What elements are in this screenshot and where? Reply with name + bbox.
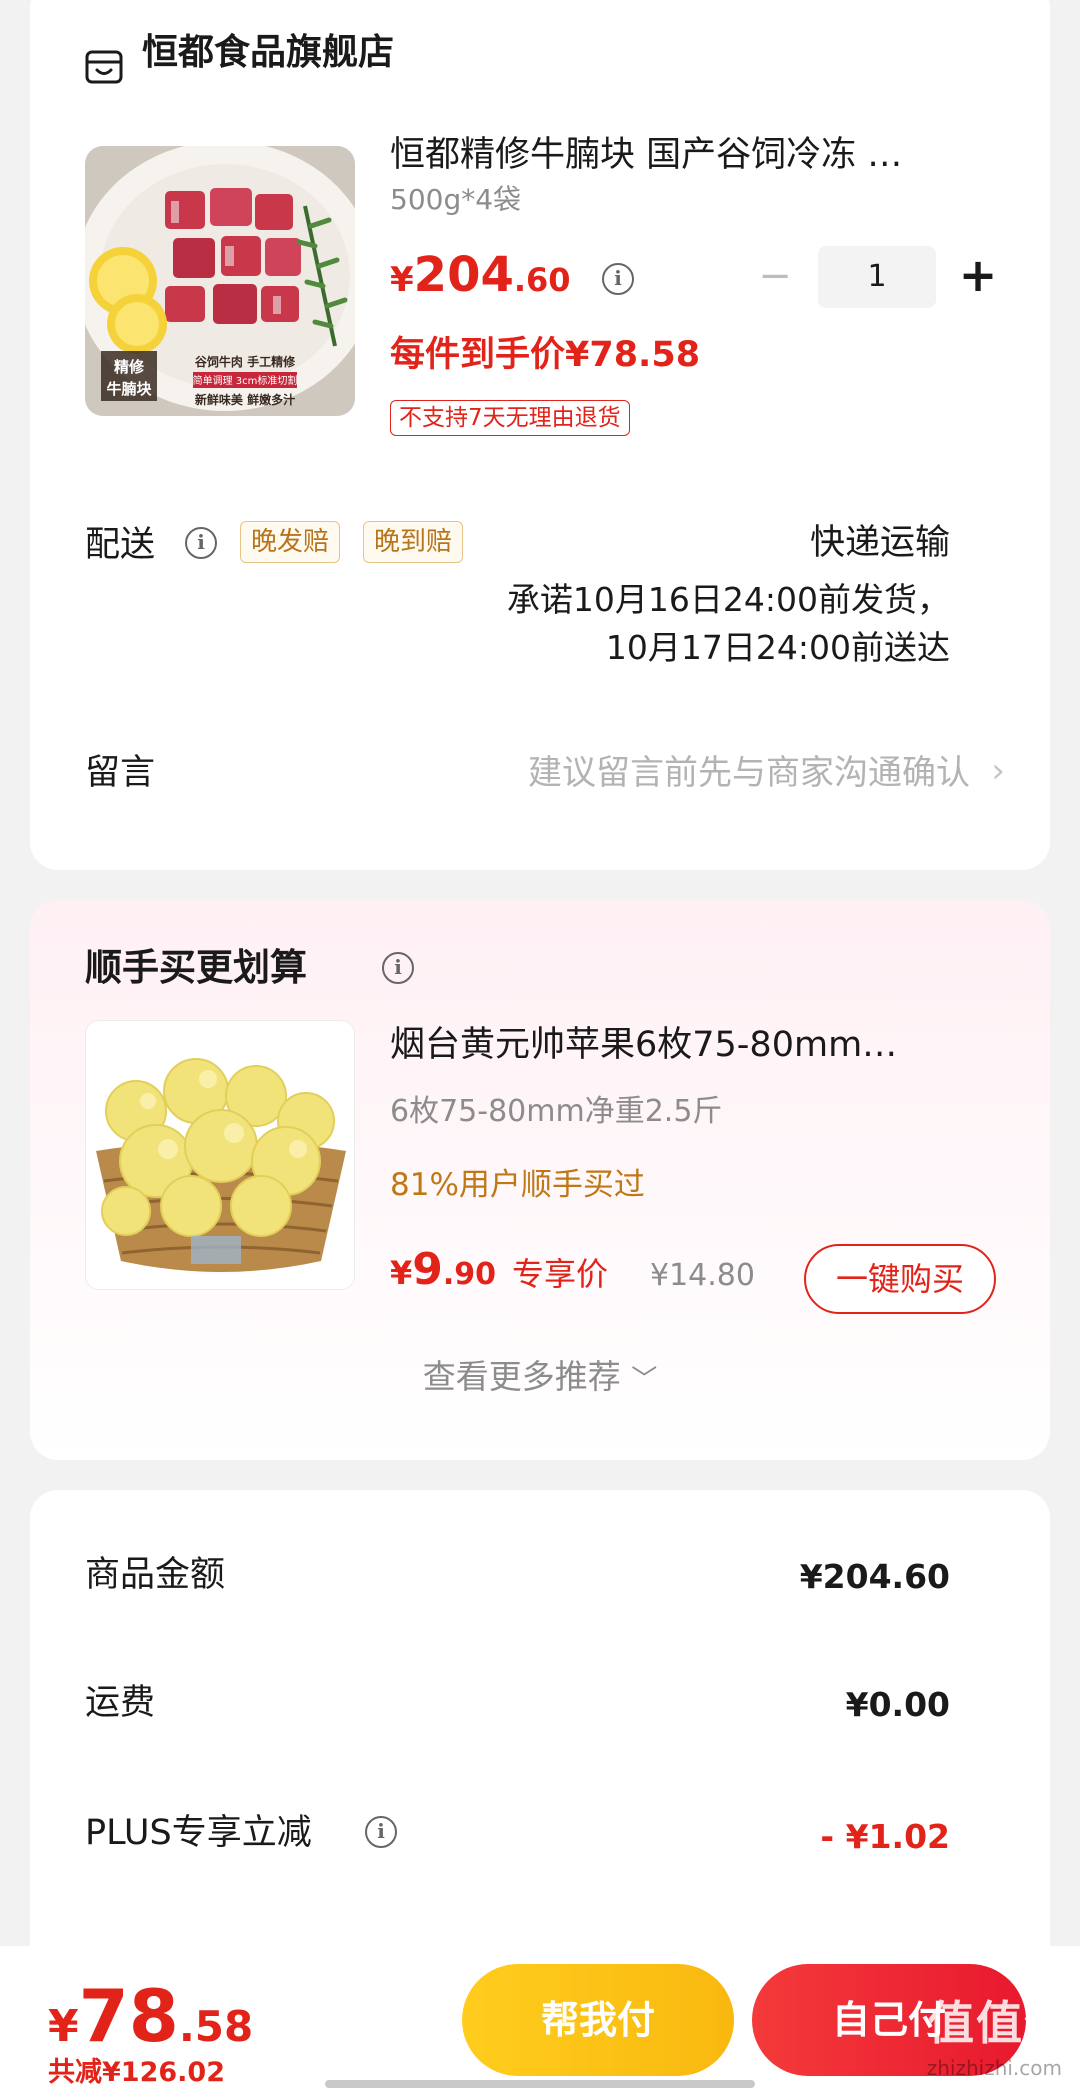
watermark-url: zhizhizhi.com — [926, 2056, 1062, 2080]
quantity-plus-button[interactable]: + — [958, 252, 998, 298]
recommend-product-spec: 6枚75-80mm净重2.5斤 — [390, 1094, 723, 1129]
rec-price-decimal: .90 — [442, 1257, 497, 1292]
total-integer: 78 — [78, 1974, 179, 2058]
recommend-title: 顺手买更划算 — [85, 946, 307, 989]
recommend-info-icon[interactable]: i — [382, 952, 414, 984]
quantity-minus-button[interactable]: − — [755, 256, 795, 296]
watermark: 值值值 — [928, 1996, 1072, 2050]
price-symbol: ¥ — [390, 260, 414, 300]
no-return-badge: 不支持7天无理由退货 — [390, 400, 630, 436]
beef-image: 精修 牛腩块 谷饲牛肉 手工精修 简单调理 3cm标准切割 新鲜味美 鲜嫩多汁 — [85, 146, 355, 416]
shipping-promise: 承诺10月16日24:00前发货，10月17日24:00前送达 — [506, 580, 950, 667]
delivery-info-icon[interactable]: i — [185, 527, 217, 559]
late-ship-compensation-tag: 晚发赔 — [240, 521, 341, 563]
svg-text:谷饲牛肉 手工精修: 谷饲牛肉 手工精修 — [195, 354, 296, 369]
unit-price: 每件到手价¥78.58 — [390, 335, 701, 375]
message-label: 留言 — [85, 753, 156, 793]
recommend-price: ¥9.90 — [390, 1240, 496, 1309]
total-symbol: ¥ — [48, 2001, 79, 2052]
home-indicator[interactable] — [325, 2080, 755, 2088]
recommend-card: 顺手买更划算 i 烟台黄元帅苹果6枚75-80mm… 6枚75-80mm净重2.… — [30, 900, 1050, 1460]
product-price: ¥204.60 — [390, 245, 571, 316]
recommend-product-name[interactable]: 烟台黄元帅苹果6枚75-80mm… — [390, 1020, 990, 1070]
rec-price-symbol: ¥ — [390, 1254, 413, 1292]
order-card: 恒都食品旗舰店 精修 牛腩块 谷饲牛肉 手工精修 简单调理 3cm标准切割 新鲜… — [30, 0, 1050, 870]
apple-basket-image — [86, 1021, 354, 1289]
plus-discount-value: - ¥1.02 — [820, 1817, 950, 1856]
total-decimal: .58 — [178, 2002, 254, 2051]
one-click-buy-button[interactable]: 一键购买 — [804, 1244, 996, 1314]
store-icon — [85, 50, 123, 84]
svg-text:精修: 精修 — [114, 358, 145, 376]
product-title[interactable]: 恒都精修牛腩块 国产谷饲冷冻 … — [390, 130, 990, 180]
help-me-pay-button[interactable]: 帮我付 — [462, 1964, 734, 2076]
shipping-fee-value: ¥0.00 — [845, 1685, 950, 1724]
svg-text:简单调理 3cm标准切割: 简单调理 3cm标准切割 — [193, 374, 298, 387]
more-recommendations-link[interactable]: 查看更多推荐 ﹀ — [30, 1352, 1050, 1405]
price-decimal: .60 — [513, 261, 571, 299]
chevron-right-icon[interactable]: › — [991, 746, 1005, 796]
bottom-pay-bar: ¥78.58 共减¥126.02 帮我付 自己付 — [0, 1946, 1080, 2097]
plus-discount-label: PLUS专享立减 — [85, 1813, 312, 1853]
store-name[interactable]: 恒都食品旗舰店 — [142, 28, 394, 78]
chevron-down-icon: ﹀ — [631, 1365, 658, 1395]
late-arrival-compensation-tag: 晚到赔 — [363, 521, 464, 563]
delivery-label: 配送 — [85, 525, 156, 565]
quantity-input[interactable]: 1 — [818, 246, 936, 308]
exclusive-price-label: 专享价 — [512, 1255, 609, 1293]
price-info-icon[interactable]: i — [602, 263, 634, 295]
more-recommendations-label: 查看更多推荐 — [422, 1357, 621, 1396]
product-image[interactable]: 精修 牛腩块 谷饲牛肉 手工精修 简单调理 3cm标准切割 新鲜味美 鲜嫩多汁 — [85, 146, 355, 416]
svg-text:牛腩块: 牛腩块 — [106, 380, 152, 398]
plus-discount-info-icon[interactable]: i — [365, 1816, 397, 1848]
product-spec: 500g*4袋 — [390, 183, 522, 216]
total-saved: 共减¥126.02 — [48, 2057, 225, 2088]
goods-amount-value: ¥204.60 — [799, 1557, 950, 1596]
rec-price-integer: 9 — [412, 1244, 443, 1295]
original-price: ¥14.80 — [650, 1258, 755, 1293]
shipping-method: 快递运输 — [809, 523, 950, 563]
recommend-purchase-stat: 81%用户顺手买过 — [390, 1167, 645, 1203]
svg-text:新鲜味美 鲜嫩多汁: 新鲜味美 鲜嫩多汁 — [195, 392, 295, 407]
price-integer: 204 — [413, 247, 514, 303]
recommend-product-image[interactable] — [85, 1020, 355, 1290]
message-input[interactable]: 建议留言前先与商家沟通确认 — [528, 748, 970, 798]
